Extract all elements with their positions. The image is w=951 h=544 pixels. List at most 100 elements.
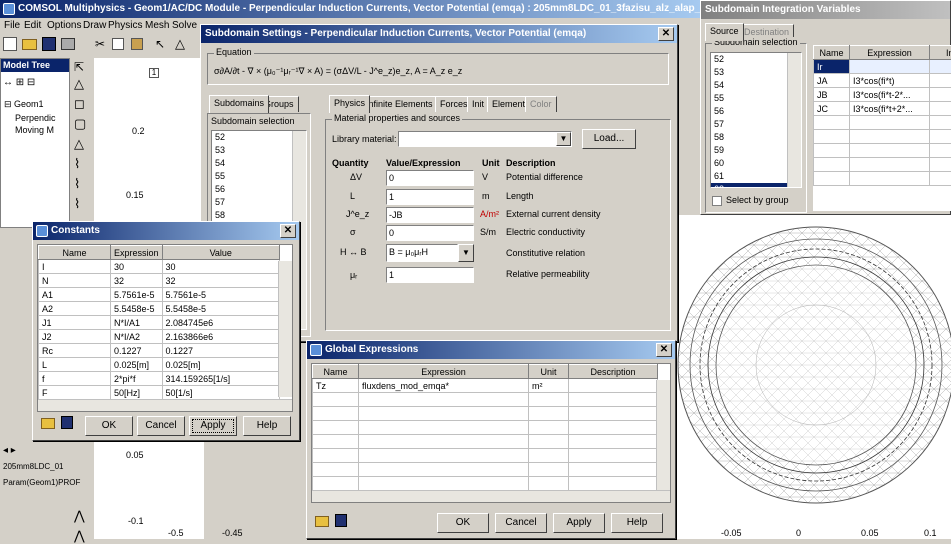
global-vscrollbar[interactable] <box>656 380 670 490</box>
constants-cancel-button[interactable]: Cancel <box>137 416 185 436</box>
cell-name[interactable]: Rc <box>39 344 111 358</box>
row-expr[interactable] <box>850 60 930 74</box>
cell-expr[interactable]: 5.5458e-5 <box>111 302 163 316</box>
mesh-plot[interactable]: -0.05 0 0.05 0.1 <box>676 215 951 539</box>
menu-file[interactable]: File <box>4 20 20 31</box>
constants-hscrollbar[interactable] <box>38 399 292 411</box>
menu-solve[interactable]: Solve <box>172 20 197 31</box>
conductivity-field[interactable]: 0 <box>386 225 474 241</box>
close-icon[interactable]: ✕ <box>658 27 674 41</box>
table-row[interactable]: F50[Hz]50[1/s] <box>39 386 280 400</box>
tab-physics[interactable]: Physics <box>329 95 370 113</box>
tree-item-perpendicular[interactable]: Perpendic <box>15 113 56 123</box>
chevron-down-icon[interactable]: ▼ <box>556 132 571 146</box>
table-row[interactable] <box>313 463 658 477</box>
mirror-tool-icon[interactable]: ⋀ <box>74 508 85 524</box>
row-name[interactable]: Ir <box>814 60 850 74</box>
cell-expr[interactable]: fluxdens_mod_emqa* <box>359 379 529 393</box>
cell-expr[interactable]: 5.7561e-5 <box>111 288 163 302</box>
tree-item-moving-mesh[interactable]: Moving M <box>15 125 54 135</box>
table-row[interactable] <box>313 421 658 435</box>
open-folder-icon[interactable] <box>315 516 329 527</box>
cell-name[interactable]: A1 <box>39 288 111 302</box>
tab-color[interactable]: Color <box>525 96 557 112</box>
cell-name[interactable]: A2 <box>39 302 111 316</box>
table-row[interactable]: A15.7561e-55.7561e-5 <box>39 288 280 302</box>
global-cancel-button[interactable]: Cancel <box>495 513 547 533</box>
paste-icon[interactable] <box>131 38 143 50</box>
current-density-field[interactable]: -JB <box>386 207 474 223</box>
menu-mesh[interactable]: Mesh <box>145 20 169 31</box>
cut-icon[interactable]: ✂ <box>95 37 105 51</box>
table-row[interactable] <box>313 407 658 421</box>
cell-name[interactable]: F <box>39 386 111 400</box>
integration-subdomain-list[interactable]: 52 53 54 55 56 57 58 59 60 61 62 <box>710 52 802 188</box>
bezier-tool-icon[interactable]: ⌇ <box>74 176 80 192</box>
main-title-bar[interactable]: COMSOL Multiphysics - Geom1/AC/DC Module… <box>0 0 700 18</box>
global-ok-button[interactable]: OK <box>437 513 489 533</box>
cell-expr[interactable]: 32 <box>111 274 163 288</box>
cell-name[interactable]: Tz <box>313 379 359 393</box>
print-icon[interactable] <box>61 38 75 50</box>
tab-subdomains[interactable]: Subdomains <box>209 95 269 113</box>
polygon-tool-icon[interactable]: ◻ <box>74 96 85 112</box>
table-row[interactable]: I3030 <box>39 260 280 274</box>
row-expr[interactable]: I3*cos(fi*t) <box>850 74 930 88</box>
global-hscrollbar[interactable] <box>312 490 670 502</box>
row-int[interactable] <box>930 60 951 74</box>
load-button[interactable]: Load... <box>582 129 636 149</box>
canvas-toggle[interactable]: 1 <box>149 68 159 78</box>
integration-title-bar[interactable]: Subdomain Integration Variables <box>701 1 950 19</box>
constants-help-button[interactable]: Help <box>243 416 291 436</box>
global-expressions-title-bar[interactable]: Global Expressions ✕ <box>307 341 675 359</box>
table-row[interactable] <box>814 130 951 144</box>
constants-vscrollbar[interactable] <box>278 261 292 397</box>
arc-tool-icon[interactable]: ⌇ <box>74 196 80 212</box>
global-apply-button[interactable]: Apply <box>553 513 605 533</box>
axis-tool-icon[interactable]: ⋀ <box>74 528 85 544</box>
length-field[interactable]: 1 <box>386 189 474 205</box>
global-help-button[interactable]: Help <box>611 513 663 533</box>
subdomain-settings-title-bar[interactable]: Subdomain Settings - Perpendicular Induc… <box>201 25 677 43</box>
row-int[interactable] <box>930 74 951 88</box>
table-row[interactable] <box>814 116 951 130</box>
cell-desc[interactable] <box>569 379 658 393</box>
integration-list-scrollbar[interactable] <box>787 53 801 188</box>
permeability-field[interactable]: 1 <box>386 267 474 283</box>
select-by-group-checkbox[interactable] <box>712 196 722 206</box>
triangle-tool-icon[interactable]: △ <box>74 76 84 92</box>
menu-options[interactable]: Options <box>47 20 81 31</box>
shape-tool-icon[interactable]: △ <box>74 136 84 152</box>
cell-name[interactable]: I <box>39 260 111 274</box>
bottom-item-2[interactable]: Param(Geom1)PROF <box>3 478 80 487</box>
table-row[interactable]: A25.5458e-55.5458e-5 <box>39 302 280 316</box>
row-int[interactable] <box>930 102 951 116</box>
new-file-icon[interactable] <box>3 37 17 51</box>
tree-item-geom1[interactable]: ⊟ Geom1 <box>4 99 44 110</box>
open-folder-icon[interactable] <box>41 418 55 429</box>
tab-source[interactable]: Source <box>705 23 744 41</box>
row-name[interactable]: JB <box>814 88 850 102</box>
row-expr[interactable]: I3*cos(fi*t-2*... <box>850 88 930 102</box>
delta-v-field[interactable]: 0 <box>386 170 474 186</box>
cell-name[interactable]: J2 <box>39 330 111 344</box>
cell-name[interactable]: L <box>39 358 111 372</box>
cell-name[interactable]: J1 <box>39 316 111 330</box>
table-row[interactable]: Ir <box>814 60 951 74</box>
save-icon[interactable] <box>61 416 73 429</box>
open-folder-icon[interactable] <box>22 39 37 50</box>
constants-title-bar[interactable]: Constants ✕ <box>33 222 299 240</box>
menu-physics[interactable]: Physics <box>108 20 142 31</box>
table-row[interactable]: Rc0.12270.1227 <box>39 344 280 358</box>
table-row[interactable] <box>814 158 951 172</box>
triangle-icon[interactable]: △ <box>175 36 185 52</box>
row-int[interactable] <box>930 88 951 102</box>
box-tool-icon[interactable]: ▢ <box>74 116 86 132</box>
cell-expr[interactable]: 2*pi*f <box>111 372 163 386</box>
table-row[interactable]: L0.025[m]0.025[m] <box>39 358 280 372</box>
cell-name[interactable]: f <box>39 372 111 386</box>
table-row[interactable]: JBI3*cos(fi*t-2*... <box>814 88 951 102</box>
table-row[interactable]: JCI3*cos(fi*t+2*... <box>814 102 951 116</box>
library-material-select[interactable] <box>398 131 572 147</box>
table-row[interactable] <box>814 144 951 158</box>
